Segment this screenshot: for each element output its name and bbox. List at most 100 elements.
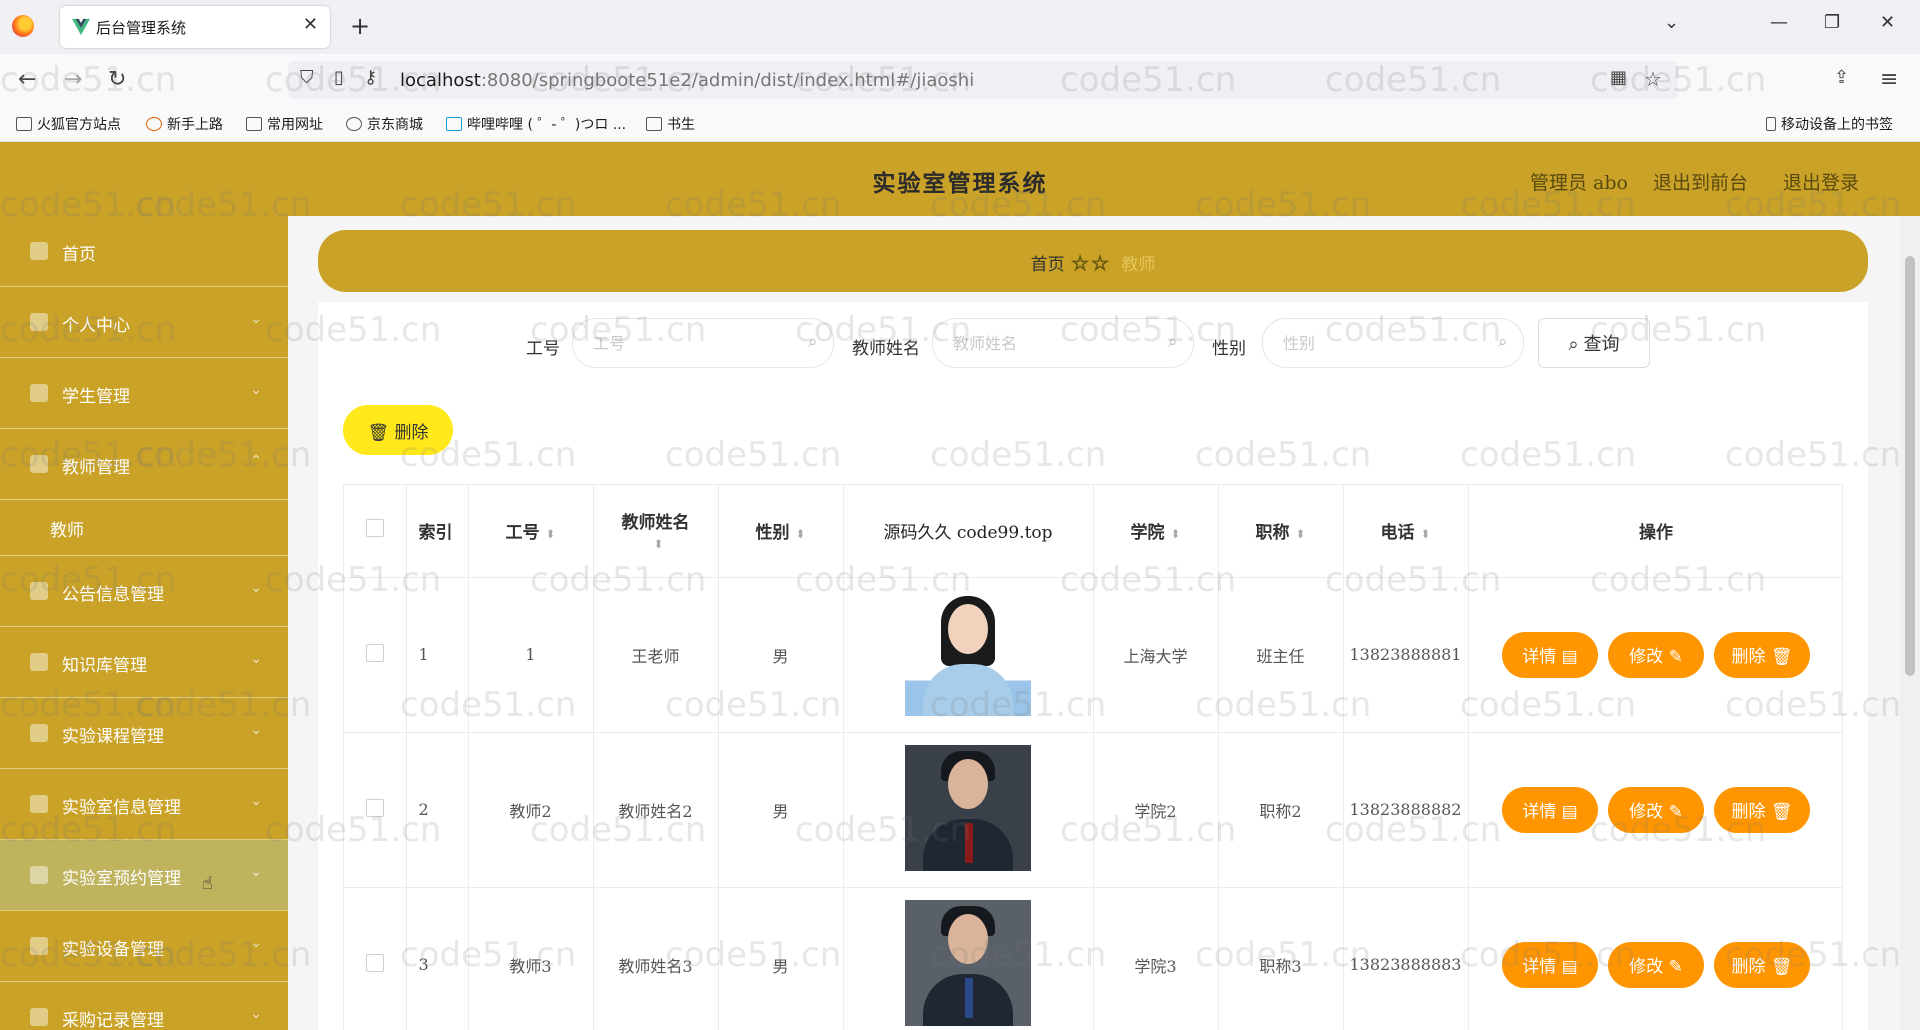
cell-title: 职称3 — [1218, 887, 1344, 1030]
cell-phone: 13823888883 — [1343, 887, 1469, 1030]
select-all-checkbox[interactable] — [344, 485, 407, 578]
sidebar-item-home[interactable]: 首页 — [0, 216, 288, 287]
forward-icon[interactable]: → — [64, 67, 82, 92]
sort-icon[interactable]: ⬍ — [545, 527, 555, 541]
key-icon[interactable]: ⚷ — [364, 67, 377, 88]
sort-icon[interactable]: ⬍ — [1295, 527, 1305, 541]
sidebar-item-lab-info[interactable]: 实验室信息管理 ⌄ — [0, 769, 288, 840]
column-header[interactable]: 性别 ⬍ — [718, 485, 844, 578]
scrollbar[interactable] — [1900, 216, 1920, 1030]
batch-delete-button[interactable]: 🗑 删除 — [343, 405, 453, 455]
bell-icon — [30, 582, 48, 600]
content-card: 工号 ⌕ 教师姓名 ⌕ 性别 ⌕ ⌕ 查询 🗑 删除 索引 — [318, 302, 1868, 1030]
cell-gender: 男 — [718, 577, 844, 733]
sort-icon[interactable]: ⬍ — [795, 527, 805, 541]
avatar[interactable] — [905, 744, 1031, 871]
exit-to-front-link[interactable]: 退出到前台 — [1653, 168, 1748, 195]
close-window-icon[interactable]: ✕ — [1880, 12, 1895, 33]
teacher-name-input[interactable] — [932, 318, 1194, 368]
logout-link[interactable]: 退出登录 — [1783, 168, 1859, 195]
sidebar-item-courses[interactable]: 实验课程管理 ⌄ — [0, 698, 288, 769]
extensions-icon[interactable]: ⇪ — [1834, 67, 1849, 88]
bookmark-item[interactable]: 哔哩哔哩 ( ゜- ゜)つロ ... — [446, 114, 626, 134]
query-button[interactable]: ⌕ 查询 — [1538, 318, 1650, 368]
row-checkbox[interactable] — [344, 887, 407, 1030]
url-bar[interactable]: ⛉ ▯ ⚷ localhost:8080/springboote51e2/adm… — [288, 61, 1678, 99]
pencil-icon: ✎ — [1668, 647, 1683, 667]
bilibili-icon — [446, 117, 462, 131]
sort-icon[interactable]: ⬍ — [1170, 527, 1180, 541]
table-row: 3 教师3 教师姓名3 男 学院3 职称3 13823888883 详情 ▤ 修改… — [344, 887, 1842, 1030]
cell-gender: 男 — [718, 732, 844, 888]
avatar[interactable] — [905, 899, 1031, 1026]
sidebar-item-profile[interactable]: 个人中心 ⌄ — [0, 287, 288, 358]
power-icon — [30, 724, 48, 742]
detail-button[interactable]: 详情 ▤ — [1502, 786, 1598, 833]
restore-icon[interactable]: ❐ — [1824, 12, 1840, 33]
bookmark-item[interactable]: 新手上路 — [146, 114, 223, 134]
mobile-icon — [1766, 117, 1776, 131]
sort-icon[interactable]: ⬍ — [1420, 527, 1430, 541]
gender-input[interactable] — [1262, 318, 1524, 368]
document-icon: ▤ — [1561, 802, 1578, 822]
column-header[interactable]: 教师姓名 ⬍ — [593, 485, 719, 578]
bookmark-star-icon[interactable]: ☆ — [1644, 67, 1662, 91]
sidebar-item-knowledge[interactable]: 知识库管理 ⌄ — [0, 627, 288, 698]
menu-icon[interactable]: ≡ — [1880, 67, 1898, 92]
browser-tab[interactable]: 后台管理系统 ✕ — [60, 6, 330, 48]
column-header[interactable]: 工号 ⬍ — [468, 485, 594, 578]
detail-button[interactable]: 详情 ▤ — [1502, 941, 1598, 988]
edit-button[interactable]: 修改 ✎ — [1608, 941, 1704, 988]
column-header[interactable]: 职称 ⬍ — [1218, 485, 1344, 578]
gonghao-input[interactable] — [572, 318, 834, 368]
bookmark-item[interactable]: 火狐官方站点 — [16, 114, 121, 134]
home-icon — [30, 242, 48, 260]
column-header: 源码久久 code99.top — [843, 485, 1094, 578]
url-text[interactable]: localhost:8080/springboote51e2/admin/dis… — [400, 70, 974, 91]
sort-icon[interactable]: ⬍ — [653, 537, 663, 551]
row-checkbox[interactable] — [344, 732, 407, 888]
tab-list-icon[interactable]: ⌄ — [1664, 12, 1679, 33]
folder-icon — [646, 117, 662, 131]
delete-button[interactable]: 删除 🗑 — [1714, 631, 1810, 678]
sidebar-item-announcements[interactable]: 公告信息管理 ⌄ — [0, 556, 288, 627]
reload-icon[interactable]: ↻ — [108, 67, 126, 92]
chevron-down-icon: ⌄ — [250, 722, 262, 738]
minimize-icon[interactable]: — — [1770, 12, 1788, 33]
mobile-bookmarks[interactable]: 移动设备上的书签 — [1766, 114, 1893, 134]
edit-button[interactable]: 修改 ✎ — [1608, 631, 1704, 678]
column-header[interactable]: 学院 ⬍ — [1093, 485, 1219, 578]
avatar[interactable] — [905, 589, 1031, 716]
delete-button[interactable]: 删除 🗑 — [1714, 786, 1810, 833]
column-header: 操作 — [1468, 485, 1842, 578]
sidebar-subitem-teacher[interactable]: 教师 — [0, 500, 288, 556]
close-tab-icon[interactable]: ✕ — [303, 14, 318, 35]
cell-gonghao: 教师2 — [468, 732, 594, 888]
scroll-thumb[interactable] — [1905, 256, 1915, 676]
sidebar-item-equipment[interactable]: 实验设备管理 ⌄ — [0, 911, 288, 982]
bookmark-item[interactable]: 常用网址 — [246, 114, 323, 134]
search-icon: ⌕ — [1568, 334, 1584, 354]
back-icon[interactable]: ← — [18, 67, 36, 92]
sidebar-item-teachers[interactable]: 教师管理 ⌃ — [0, 429, 288, 500]
sidebar-item-students[interactable]: 学生管理 ⌄ — [0, 358, 288, 429]
bookmark-item[interactable]: 书生 — [646, 114, 695, 134]
sidebar-item-lab-booking[interactable]: 实验室预约管理 ⌄ — [0, 840, 288, 911]
folder-icon — [16, 117, 32, 131]
sidebar-item-purchases[interactable]: 采购记录管理 ⌄ — [0, 982, 288, 1030]
edit-button[interactable]: 修改 ✎ — [1608, 786, 1704, 833]
cell-name: 教师姓名3 — [593, 887, 719, 1030]
new-tab-icon[interactable]: + — [350, 12, 370, 40]
page-icon[interactable]: ▯ — [334, 67, 344, 88]
column-header[interactable]: 电话 ⬍ — [1343, 485, 1469, 578]
bookmark-item[interactable]: 京东商城 — [346, 114, 423, 134]
document-icon: ▤ — [1561, 647, 1578, 667]
qr-code-icon[interactable]: ▦ — [1610, 67, 1627, 88]
detail-button[interactable]: 详情 ▤ — [1502, 631, 1598, 678]
firefox-icon[interactable] — [12, 15, 34, 37]
delete-button[interactable]: 删除 🗑 — [1714, 941, 1810, 988]
row-checkbox[interactable] — [344, 577, 407, 733]
shield-icon[interactable]: ⛉ — [300, 67, 314, 88]
breadcrumb-home[interactable]: 首页 — [1031, 255, 1065, 275]
tab-title: 后台管理系统 — [96, 19, 187, 37]
